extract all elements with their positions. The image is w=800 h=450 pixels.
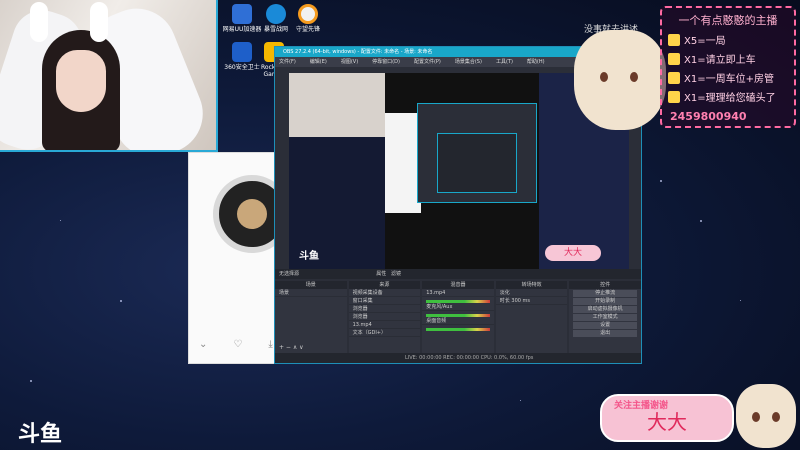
gift-rules-panel: 一个有点憨憨的主播 X5=一局 X1=请立即上车 X1=一周车位+房管 X1=理… (660, 6, 796, 128)
gift-icon (668, 52, 680, 65)
menu-scene-collection[interactable]: 场景集合(S) (455, 57, 482, 67)
audio-meter[interactable] (426, 328, 490, 331)
preview-recursive-obs-inner (437, 133, 517, 193)
rule-line: X5=一局 (668, 32, 794, 47)
gift-icon (668, 90, 680, 103)
exit-button[interactable]: 退出 (573, 330, 637, 337)
menu-view[interactable]: 视图(V) (341, 57, 358, 67)
star (120, 300, 122, 302)
desktop-icon-overwatch[interactable]: 守望先锋 (288, 4, 328, 33)
stream-canvas: 网易UU加速器 暴雪战网 守望先锋 360安全卫士 Rockstar Games… (0, 0, 800, 450)
rule-line: X1=请立即上车 (668, 51, 794, 66)
sources-dock: 来源 视频采集设备 窗口采集 浏览器 浏览器 13.mp4 文本（GDI+） (348, 281, 421, 353)
menu-edit[interactable]: 编辑(E) (310, 57, 327, 67)
star (30, 380, 32, 382)
battlenet-icon (266, 4, 286, 24)
mixer-track-name: 13.mp4 (422, 289, 494, 297)
status-bar: LIVE: 00:00:00 REC: 00:00:00 CPU: 0.0%, … (275, 353, 641, 363)
uu-accelerator-icon (232, 4, 252, 24)
chevron-down-icon[interactable]: ⌄ (199, 339, 207, 357)
menu-tools[interactable]: 工具(T) (496, 57, 513, 67)
source-item[interactable]: 浏览器 (348, 305, 421, 313)
scenes-dock: 场景 场景 + − ∧ ∨ (275, 281, 347, 353)
star (700, 220, 702, 222)
preview-douyu-logo: 斗鱼 (299, 251, 319, 262)
preview-window (385, 113, 421, 213)
transition-select[interactable]: 淡化 (495, 289, 568, 297)
studio-mode-button[interactable]: 工作室模式 (573, 314, 637, 321)
douyu-logo: 斗鱼 (18, 422, 63, 447)
source-item[interactable]: 浏览器 (348, 313, 421, 321)
mixer-track-name: 麦克风/Aux (422, 303, 494, 311)
star (740, 300, 741, 301)
qq-number: 2459800940 (670, 110, 747, 123)
transition-duration[interactable]: 时长 300 ms (495, 297, 568, 305)
properties-button[interactable]: 属性 (376, 271, 386, 277)
star (520, 400, 521, 401)
rule-line: X1=一周车位+房管 (668, 70, 794, 85)
360-icon (232, 42, 252, 62)
source-item[interactable]: 文本（GDI+） (348, 329, 421, 337)
menu-help[interactable]: 帮助(H) (527, 57, 545, 67)
source-item[interactable]: 视频采集设备 (348, 289, 421, 297)
star (660, 180, 662, 182)
virtual-camera-button[interactable]: 启动虚拟摄像机 (573, 306, 637, 313)
menu-profile[interactable]: 配置文件(P) (414, 57, 441, 67)
source-item[interactable]: 13.mp4 (348, 321, 421, 329)
chibi-avatar-small (736, 384, 796, 448)
transitions-dock: 转场特效 淡化 时长 300 ms (495, 281, 568, 353)
chibi-avatar (574, 30, 666, 130)
source-item[interactable]: 窗口采集 (348, 297, 421, 305)
menu-docks[interactable]: 停靠窗口(D) (372, 57, 400, 67)
stop-stream-button[interactable]: 停止推流 (573, 290, 637, 297)
gift-icon (668, 71, 680, 84)
source-toolbar: 无选择源 属性 滤镜 (275, 269, 641, 279)
gift-icon (668, 33, 680, 46)
rules-title: 一个有点憨憨的主播 (678, 14, 778, 27)
scene-item[interactable]: 场景 (275, 289, 347, 297)
heart-icon[interactable]: ♡ (233, 339, 242, 357)
preview-webcam (289, 73, 385, 137)
rule-line: X1=理理给您磕头了 (668, 89, 794, 104)
obs-docks: 场景 场景 + − ∧ ∨ 来源 视频采集设备 窗口采集 浏览器 浏览器 13.… (275, 281, 641, 353)
preview-name-card: 大大 (545, 245, 601, 261)
mixer-dock: 混音器 13.mp4 麦克风/Aux 桌面音频 (422, 281, 494, 353)
settings-button[interactable]: 设置 (573, 322, 637, 329)
download-icon[interactable]: ⤓ (268, 339, 272, 357)
overwatch-icon (298, 4, 318, 24)
menu-file[interactable]: 文件(F) (279, 57, 296, 67)
webcam-feed (0, 0, 218, 152)
follow-tag: 关注主播谢谢 (614, 401, 669, 411)
mixer-track-name: 桌面音频 (422, 317, 494, 325)
controls-dock: 控件 停止推流 开始录制 启动虚拟摄像机 工作室模式 设置 退出 (569, 281, 641, 353)
start-recording-button[interactable]: 开始录制 (573, 298, 637, 305)
filters-button[interactable]: 滤镜 (391, 271, 401, 277)
star (60, 220, 61, 221)
scene-controls[interactable]: + − ∧ ∨ (279, 344, 304, 351)
